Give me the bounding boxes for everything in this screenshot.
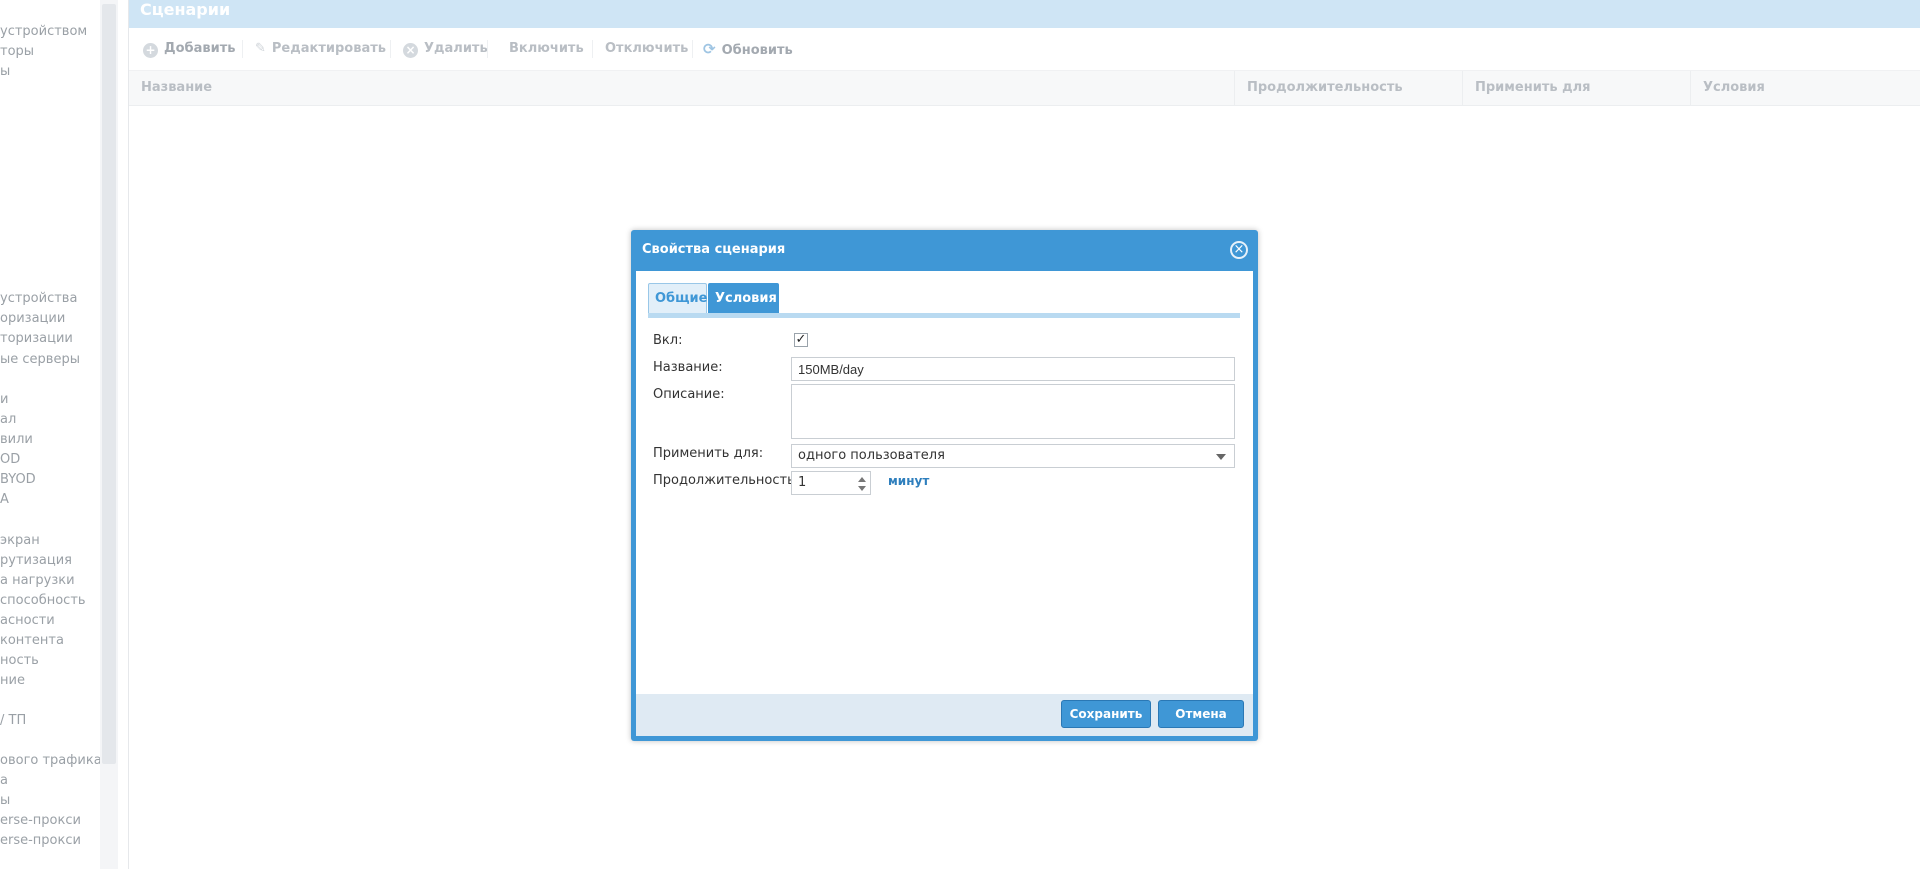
sidebar-item[interactable]: OD bbox=[0, 452, 20, 467]
edit-button[interactable]: ✎ Редактировать bbox=[255, 38, 386, 60]
sidebar-scrollbar-thumb[interactable] bbox=[102, 4, 116, 764]
scenario-properties-dialog: Свойства сценария × Общие Условия Вкл: ✓… bbox=[631, 230, 1258, 741]
sidebar-scrollbar[interactable] bbox=[100, 0, 118, 869]
sidebar-item[interactable]: торизации bbox=[0, 331, 73, 346]
name-input[interactable] bbox=[791, 357, 1235, 381]
column-header-apply-for[interactable]: Применить для bbox=[1462, 71, 1690, 105]
close-icon[interactable]: × bbox=[1230, 241, 1248, 259]
duration-label: Продолжительность: bbox=[653, 473, 800, 488]
sidebar-item[interactable]: контента bbox=[0, 633, 64, 648]
disable-button[interactable]: Отключить bbox=[605, 38, 688, 60]
column-header-conditions[interactable]: Условия bbox=[1690, 71, 1920, 105]
add-button[interactable]: + Добавить bbox=[143, 38, 235, 60]
toolbar-divider bbox=[592, 40, 593, 58]
dialog-footer: Сохранить Отмена bbox=[636, 694, 1253, 736]
panel-header: Сценарии bbox=[129, 0, 1920, 28]
name-label: Название: bbox=[653, 360, 723, 375]
apply-for-label: Применить для: bbox=[653, 446, 764, 461]
sidebar-item[interactable]: ние bbox=[0, 673, 25, 688]
toolbar-divider bbox=[242, 40, 243, 58]
sidebar-item[interactable]: ность bbox=[0, 653, 39, 668]
toolbar-divider bbox=[487, 40, 488, 58]
tab-general[interactable]: Общие bbox=[648, 283, 707, 313]
apply-for-value: одного пользователя bbox=[798, 448, 945, 463]
x-circle-icon: × bbox=[403, 43, 418, 58]
sidebar-item[interactable]: а нагрузки bbox=[0, 573, 75, 588]
plus-circle-icon: + bbox=[143, 43, 158, 58]
sidebar-item[interactable]: erse-прокси bbox=[0, 833, 81, 848]
delete-button-label: Удалить bbox=[424, 41, 488, 56]
enabled-label: Вкл: bbox=[653, 333, 683, 348]
sidebar-item[interactable]: / ТП bbox=[0, 713, 26, 728]
delete-button[interactable]: × Удалить bbox=[403, 38, 488, 60]
sidebar-item[interactable]: BYOD bbox=[0, 472, 36, 487]
stepper-up-icon[interactable] bbox=[858, 477, 866, 482]
duration-stepper[interactable]: 1 bbox=[791, 471, 871, 495]
sidebar-item[interactable]: erse-прокси bbox=[0, 813, 81, 828]
sidebar-item[interactable]: ые серверы bbox=[0, 352, 80, 367]
sidebar-item[interactable]: экран bbox=[0, 533, 40, 548]
sidebar-item[interactable]: устройства bbox=[0, 291, 77, 306]
sidebar: устройством торы ы устройства оризации ториза… bbox=[0, 0, 100, 869]
sidebar-item[interactable]: ы bbox=[0, 64, 10, 79]
sidebar-item[interactable]: оризации bbox=[0, 311, 65, 326]
sidebar-item[interactable]: устройством bbox=[0, 24, 87, 39]
sidebar-item[interactable]: и bbox=[0, 392, 8, 407]
panel-title: Сценарии bbox=[140, 0, 231, 19]
save-button[interactable]: Сохранить bbox=[1061, 700, 1151, 728]
tab-strip-underline bbox=[648, 313, 1240, 318]
tab-conditions[interactable]: Условия bbox=[708, 283, 779, 313]
stepper-buttons[interactable] bbox=[855, 473, 869, 495]
enabled-checkbox[interactable]: ✓ bbox=[794, 333, 808, 347]
refresh-button-label: Обновить bbox=[721, 43, 793, 58]
description-textarea[interactable] bbox=[791, 384, 1235, 439]
chevron-down-icon[interactable] bbox=[1216, 454, 1226, 460]
refresh-icon: ⟳ bbox=[703, 40, 716, 58]
sidebar-item[interactable]: A bbox=[0, 492, 9, 507]
cancel-button[interactable]: Отмена bbox=[1158, 700, 1244, 728]
disable-button-label: Отключить bbox=[605, 41, 689, 56]
column-header-name[interactable]: Название bbox=[129, 71, 1234, 105]
sidebar-item[interactable]: а bbox=[0, 773, 8, 788]
column-header-duration[interactable]: Продолжительность bbox=[1234, 71, 1462, 105]
edit-button-label: Редактировать bbox=[271, 41, 386, 56]
description-label: Описание: bbox=[653, 387, 725, 402]
sidebar-item[interactable]: рутизация bbox=[0, 553, 72, 568]
sidebar-item[interactable]: ал bbox=[0, 412, 16, 427]
sidebar-item[interactable]: ы bbox=[0, 793, 10, 808]
refresh-button[interactable]: ⟳ Обновить bbox=[703, 38, 793, 60]
duration-unit: минут bbox=[888, 474, 930, 488]
grid-header: Название Продолжительность Применить для… bbox=[129, 70, 1920, 106]
enable-button-label: Включить bbox=[509, 41, 584, 56]
check-icon: ✓ bbox=[795, 332, 807, 347]
pencil-icon: ✎ bbox=[255, 41, 266, 56]
toolbar-divider bbox=[692, 40, 693, 58]
sidebar-item[interactable]: торы bbox=[0, 44, 34, 59]
sidebar-item[interactable]: асности bbox=[0, 613, 55, 628]
stepper-down-icon[interactable] bbox=[858, 486, 866, 491]
enable-button[interactable]: Включить bbox=[509, 38, 584, 60]
toolbar-divider bbox=[390, 40, 391, 58]
sidebar-item[interactable]: вили bbox=[0, 432, 33, 447]
toolbar: + Добавить ✎ Редактировать × Удалить Включи… bbox=[129, 28, 1920, 70]
dialog-body: Общие Условия Вкл: ✓ Название: Описание:… bbox=[636, 271, 1253, 736]
dialog-title: Свойства сценария bbox=[642, 242, 786, 257]
apply-for-select[interactable]: одного пользователя bbox=[791, 444, 1235, 468]
add-button-label: Добавить bbox=[164, 41, 236, 56]
sidebar-item[interactable]: ового трафика bbox=[0, 753, 100, 768]
duration-value: 1 bbox=[798, 475, 807, 490]
sidebar-item[interactable]: способность bbox=[0, 593, 86, 608]
